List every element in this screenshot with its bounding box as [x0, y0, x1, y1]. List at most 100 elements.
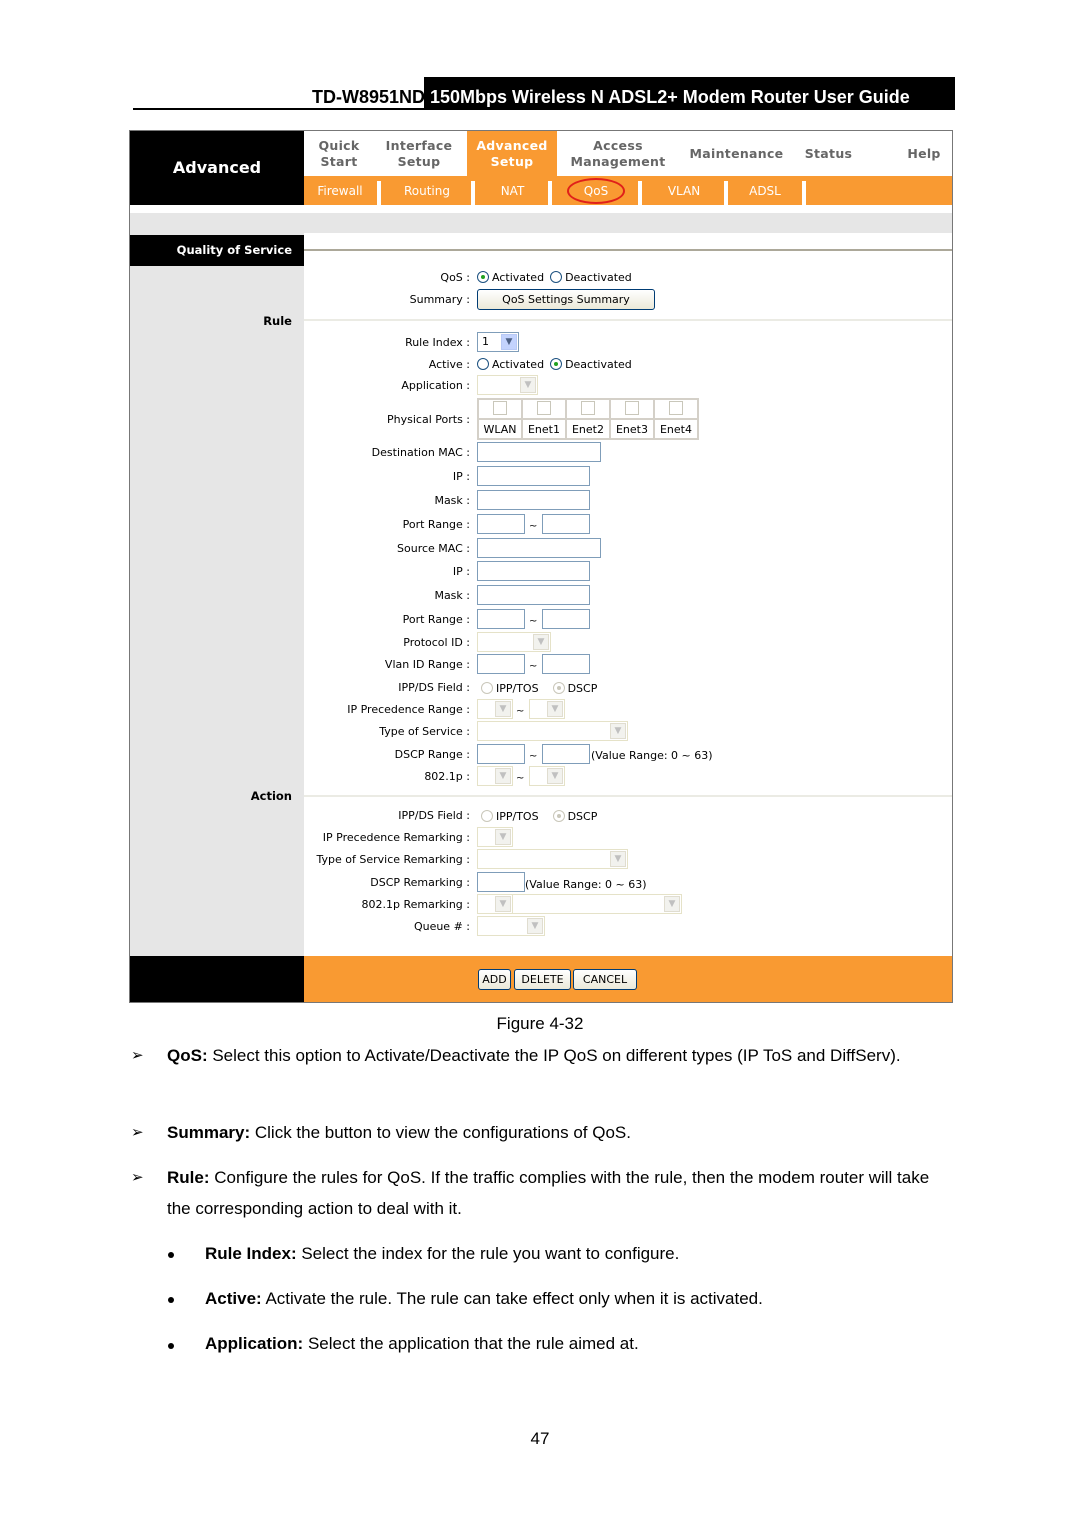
arrow-bullet-icon: ➢ — [131, 1169, 144, 1186]
chevron-down-icon: ▼ — [495, 768, 511, 784]
chevron-down-icon: ▼ — [520, 377, 536, 393]
highlight-circle — [567, 178, 625, 204]
rule-index-select[interactable]: 1 ▼ — [477, 332, 519, 352]
qos-settings-summary-button[interactable]: QoS Settings Summary — [477, 289, 655, 310]
active-radio-group: Activated Deactivated — [477, 358, 638, 371]
vlan-id-from-input[interactable] — [477, 654, 525, 674]
dscp-from-input[interactable] — [477, 744, 525, 764]
port-label: Enet3 — [609, 418, 655, 440]
divider — [304, 795, 952, 797]
chevron-down-icon: ▼ — [547, 768, 563, 784]
dest-port-range-label: Port Range : — [402, 518, 470, 531]
qos-activated-radio[interactable] — [477, 271, 489, 283]
nav-maintenance[interactable]: Maintenance — [684, 131, 789, 176]
active-activated-radio[interactable] — [477, 358, 489, 370]
action-ipp-tos-radio[interactable] — [481, 810, 493, 822]
port-checkbox-enet1[interactable] — [537, 400, 551, 415]
protocol-id-select[interactable]: ▼ — [477, 632, 551, 652]
destination-mac-input[interactable] — [477, 442, 601, 462]
active-label: Active : — [428, 358, 470, 371]
dot1p-remarking-select[interactable]: ▼ — [477, 894, 513, 914]
tos-remarking-select[interactable]: ▼ — [477, 849, 628, 869]
subnav-vlan[interactable]: VLAN — [642, 176, 726, 205]
nav-interface-setup[interactable]: Interface Setup — [374, 131, 464, 176]
nav-advanced-setup[interactable]: Advanced Setup — [467, 131, 557, 176]
sub-nav: Firewall Routing NAT QoS VLAN ADSL — [304, 176, 952, 205]
qos-deactivated-radio[interactable] — [550, 271, 563, 283]
add-button[interactable]: ADD — [478, 969, 511, 990]
ip-precedence-from-select[interactable]: ▼ — [477, 699, 513, 719]
rule-index-label: Rule Index : — [405, 336, 470, 349]
nav-status[interactable]: Status — [796, 131, 861, 176]
figure-caption: Figure 4-32 — [496, 1014, 584, 1033]
action-ipp-ds-radio-group: IPP/TOS DSCP — [481, 810, 603, 823]
chevron-down-icon: ▼ — [610, 723, 626, 739]
dscp-remarking-input[interactable] — [477, 872, 525, 892]
dot1p-remarking-label: 802.1p Remarking : — [361, 898, 470, 911]
dest-port-from-input[interactable] — [477, 514, 525, 534]
application-select[interactable]: ▼ — [477, 375, 538, 395]
dot1p-from-select[interactable]: ▼ — [477, 766, 513, 786]
qos-radio-group: Activated Deactivated — [477, 271, 638, 284]
header-title: 150Mbps Wireless N ADSL2+ Modem Router U… — [424, 77, 955, 110]
range-tilde: ~ — [529, 616, 538, 627]
queue-label: Queue # : — [413, 920, 470, 933]
ipp-tos-radio[interactable] — [481, 682, 493, 694]
dest-ip-input[interactable] — [477, 466, 590, 486]
src-ip-input[interactable] — [477, 561, 590, 581]
nav-quick-start[interactable]: Quick Start — [304, 131, 374, 176]
desc-active: Active: Activate the rule. The rule can … — [205, 1289, 763, 1308]
nav-access-management[interactable]: Access Management — [559, 131, 677, 176]
ip-precedence-remarking-select[interactable]: ▼ — [477, 827, 513, 847]
src-port-from-input[interactable] — [477, 609, 525, 629]
dot1p-label: 802.1p : — [424, 770, 470, 783]
type-of-service-select[interactable]: ▼ — [477, 721, 628, 741]
vlan-id-range-label: Vlan ID Range : — [384, 658, 470, 671]
page-number: 47 — [530, 1429, 550, 1448]
spacer-band — [130, 213, 952, 233]
dscp-to-input[interactable] — [542, 744, 590, 764]
range-tilde: ~ — [516, 773, 525, 784]
queue-select[interactable]: ▼ — [477, 916, 545, 936]
dscp-radio[interactable] — [552, 682, 565, 694]
chevron-down-icon: ▼ — [533, 634, 549, 650]
dest-ip-label: IP : — [452, 470, 470, 483]
dot1p-remarking-select-2[interactable]: ▼ — [512, 894, 682, 914]
dest-mask-input[interactable] — [477, 490, 590, 510]
divider — [304, 319, 952, 321]
cancel-button[interactable]: CANCEL — [573, 969, 637, 990]
dscp-range-label: DSCP Range : — [394, 748, 470, 761]
ip-precedence-range-label: IP Precedence Range : — [347, 703, 470, 716]
src-port-to-input[interactable] — [542, 609, 590, 629]
section-title: Quality of Service — [130, 235, 304, 266]
chevron-down-icon: ▼ — [495, 829, 511, 845]
active-deactivated-radio[interactable] — [550, 358, 563, 370]
bullet-dot-icon — [168, 1343, 174, 1349]
subnav-routing[interactable]: Routing — [381, 176, 473, 205]
port-checkbox-enet3[interactable] — [625, 400, 639, 415]
bullet-dot-icon — [168, 1297, 174, 1303]
port-checkbox-enet4[interactable] — [669, 400, 683, 415]
dscp-remarking-label: DSCP Remarking : — [370, 876, 470, 889]
src-mask-label: Mask : — [434, 589, 470, 602]
desc-application: Application: Select the application that… — [205, 1334, 639, 1353]
subnav-nat[interactable]: NAT — [475, 176, 550, 205]
rule-section-label: Rule — [263, 314, 292, 328]
ip-precedence-to-select[interactable]: ▼ — [529, 699, 565, 719]
dest-mask-label: Mask : — [434, 494, 470, 507]
vlan-id-to-input[interactable] — [542, 654, 590, 674]
physical-ports-label: Physical Ports : — [387, 413, 470, 426]
document-header: TD-W8951ND 150Mbps Wireless N ADSL2+ Mod… — [133, 77, 955, 111]
src-mask-input[interactable] — [477, 585, 590, 605]
port-checkbox-wlan[interactable] — [493, 400, 507, 415]
nav-help[interactable]: Help — [894, 131, 954, 176]
dest-port-to-input[interactable] — [542, 514, 590, 534]
ipp-ds-radio-group: IPP/TOS DSCP — [481, 682, 603, 695]
subnav-firewall[interactable]: Firewall — [304, 176, 376, 205]
subnav-adsl[interactable]: ADSL — [728, 176, 802, 205]
dot1p-to-select[interactable]: ▼ — [529, 766, 565, 786]
action-dscp-radio[interactable] — [552, 810, 565, 822]
source-mac-input[interactable] — [477, 538, 601, 558]
port-checkbox-enet2[interactable] — [581, 400, 595, 415]
delete-button[interactable]: DELETE — [514, 969, 571, 990]
